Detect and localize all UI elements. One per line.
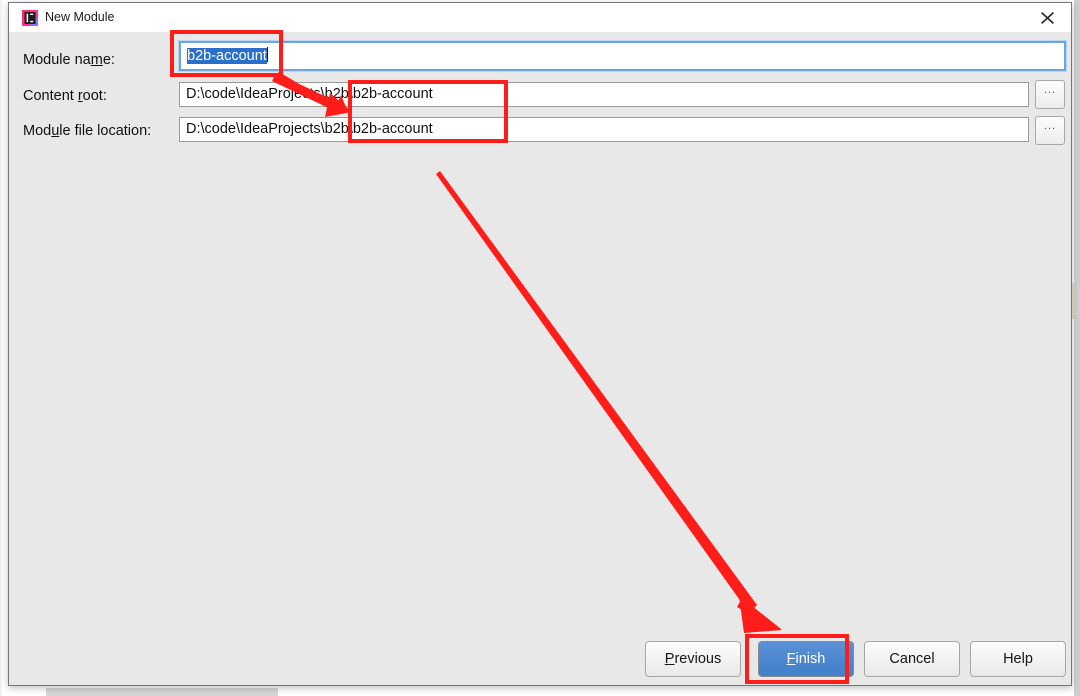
cancel-button[interactable]: Cancel [864,641,960,677]
help-button-label: Help [1003,651,1033,667]
cancel-button-label: Cancel [889,651,935,667]
content-root-browse-label: ... [1043,84,1057,96]
intellij-idea-icon [22,10,38,26]
content-root-label-suffix: oot: [82,88,107,104]
backdrop-bottom-panel [46,688,278,696]
text-caret [266,47,268,62]
help-button[interactable]: Help [970,641,1066,677]
dialog-titlebar: New Module [9,3,1071,32]
content-root-label-text: Content [23,88,78,104]
module-file-location-label: Module file location: [23,122,151,140]
finish-button-mnemonic: F [786,651,796,667]
finish-button-label: inish [795,651,826,667]
backdrop-left-edge [0,0,2,696]
dialog-title: New Module [45,10,115,24]
content-root-input[interactable]: D:\code\IdeaProjects\b2b\b2b-account [179,82,1029,107]
module-file-location-label-text: Mod [23,123,52,139]
backdrop-right-edge [1074,0,1080,696]
content-root-input-value: D:\code\IdeaProjects\b2b\b2b-account [186,86,433,102]
finish-button[interactable]: Finish [758,641,854,677]
close-icon[interactable] [1025,3,1071,32]
module-name-label-mnemonic: m [90,52,103,68]
module-name-input-value: b2b-account [187,48,267,64]
module-file-location-input[interactable]: D:\code\IdeaProjects\b2b\b2b-account [179,117,1029,142]
previous-button-label: revious [674,651,722,667]
module-name-label-suffix: e: [102,52,115,68]
module-file-location-input-value: D:\code\IdeaProjects\b2b\b2b-account [186,121,433,137]
previous-button-mnemonic: P [664,651,675,667]
module-file-location-browse-button[interactable]: ... [1035,116,1065,145]
content-root-browse-button[interactable]: ... [1035,80,1065,109]
module-file-location-label-suffix: le file location: [59,123,152,139]
module-name-input[interactable]: b2b-account [179,41,1066,71]
previous-button[interactable]: Previous [645,641,741,677]
content-root-label: Content root: [23,87,107,105]
module-file-location-browse-label: ... [1043,120,1057,132]
module-name-label: Module name: [23,51,115,69]
new-module-dialog: New Module Module name: b2b-account Cont… [8,2,1072,686]
module-name-label-text: Module na [23,52,91,68]
